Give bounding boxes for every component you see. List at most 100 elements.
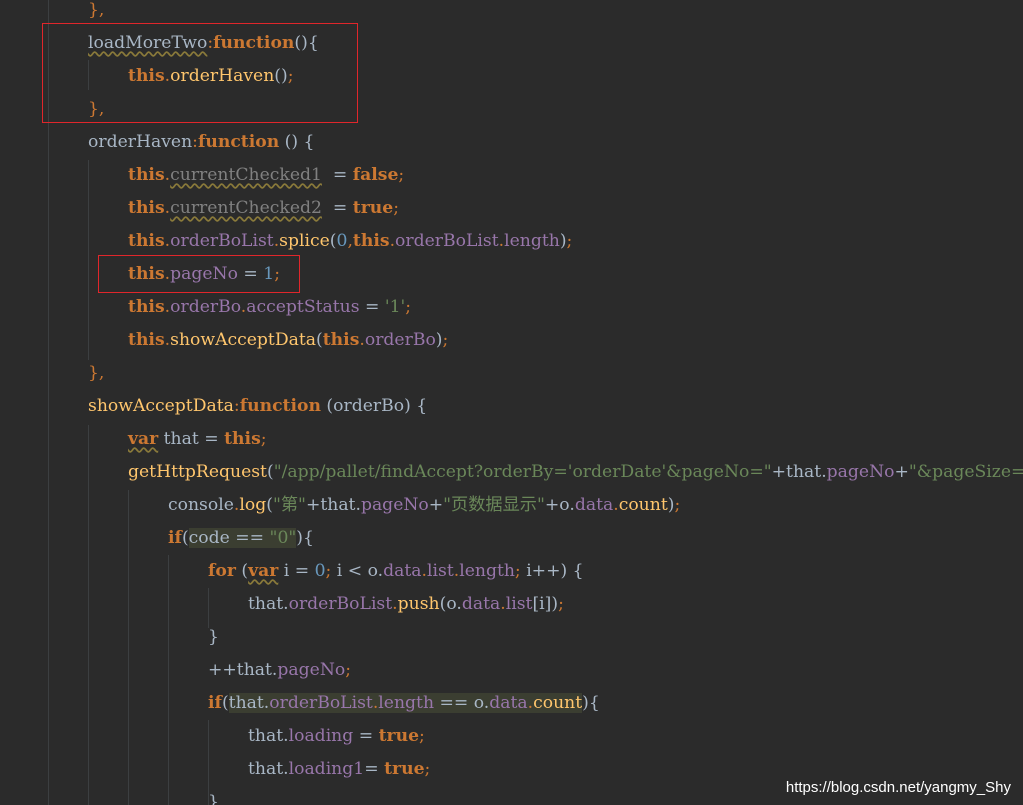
code-token: code == [188, 528, 270, 548]
code-token: 0 [314, 561, 326, 581]
code-token: showAcceptData [88, 396, 234, 416]
code-editor[interactable]: }, loadMoreTwo:function(){this.orderHaven… [0, 0, 1023, 805]
code-line[interactable]: orderHaven:function () { [88, 126, 315, 159]
code-token: log [239, 495, 267, 515]
code-line[interactable]: } [208, 786, 219, 805]
indent-guide-line [88, 425, 89, 805]
code-line[interactable]: ++that.pageNo; [208, 654, 351, 687]
code-token: ; [566, 231, 573, 251]
code-line[interactable]: that.loading1= true; [248, 753, 430, 786]
code-token: orderBoList [288, 594, 393, 614]
code-token: splice [279, 231, 330, 251]
code-token: '1' [384, 297, 406, 317]
code-line[interactable]: console.log("第"+that.pageNo+"页数据显示"+o.da… [168, 489, 680, 522]
code-token: = [364, 759, 385, 779]
code-token: ) [559, 231, 567, 251]
code-line[interactable]: this.orderBoList.splice(0,this.orderBoLi… [128, 225, 572, 258]
code-token: () { [279, 132, 315, 152]
code-line[interactable]: that.orderBoList.push(o.data.list[i]); [248, 588, 564, 621]
code-line[interactable]: that.loading = true; [248, 720, 425, 753]
code-token: var [128, 429, 159, 449]
code-token: i = [278, 561, 315, 581]
code-token: }, [88, 363, 105, 383]
code-token: ; [345, 660, 352, 680]
code-token: ; [424, 759, 431, 779]
indent-guide-line [128, 490, 129, 805]
code-token: pageNo [360, 495, 429, 515]
code-token: == o. [434, 693, 490, 713]
code-token: orderBo [170, 297, 241, 317]
code-token: "/app/pallet/findAccept?orderBy='orderDa… [273, 462, 772, 482]
code-line[interactable]: var that = this; [128, 423, 267, 456]
code-token: function [197, 132, 280, 152]
code-token: for [208, 561, 236, 581]
code-line[interactable]: this.orderBo.acceptStatus = '1'; [128, 291, 411, 324]
code-token: ; [419, 726, 425, 746]
code-token: }, [88, 0, 105, 20]
code-token: ){ [582, 693, 600, 713]
code-token: "页数据显示" [443, 495, 545, 515]
code-line[interactable]: this.currentChecked1 = false; [128, 159, 404, 192]
code-token: true [378, 726, 420, 746]
code-token: orderBoList [170, 231, 274, 251]
code-token: if [168, 528, 182, 548]
code-token: loading1 [288, 759, 365, 779]
code-token: "0" [269, 528, 297, 548]
code-token: orderBoList [395, 231, 499, 251]
code-token: "&pageSize=10" [908, 462, 1023, 482]
code-token: that. [248, 594, 289, 614]
code-token: var [248, 561, 279, 581]
code-token: ( [316, 330, 323, 350]
code-token: that. [248, 726, 289, 746]
code-token: count [533, 693, 583, 713]
code-token: ( [329, 231, 337, 251]
code-token: + [894, 462, 909, 482]
code-line[interactable]: getHttpRequest("/app/pallet/findAccept?o… [128, 456, 1023, 489]
code-token: ; [325, 561, 337, 581]
code-token: this [352, 231, 390, 251]
code-token: ; [260, 429, 267, 449]
code-line[interactable]: if(that.orderBoList.length == o.data.cou… [208, 687, 600, 720]
code-token: acceptStatus [246, 297, 360, 317]
code-token: +that. [771, 462, 827, 482]
code-token: = [359, 297, 385, 317]
code-token: ; [393, 198, 399, 218]
code-token: this [322, 330, 360, 350]
code-token: ; [558, 594, 564, 614]
code-token: this [128, 297, 165, 317]
code-token: +that. [305, 495, 361, 515]
code-token: this [128, 198, 165, 218]
code-line[interactable]: this.currentChecked2 = true; [128, 192, 399, 225]
code-line[interactable]: for (var i = 0; i < o.data.list.length; … [208, 555, 584, 588]
code-token: loading [288, 726, 354, 746]
code-token: console [168, 495, 234, 515]
code-token: if [208, 693, 222, 713]
code-token: + [428, 495, 444, 515]
code-token: i < o. [336, 561, 384, 581]
code-line[interactable]: }, [88, 357, 104, 390]
code-line[interactable]: this.showAcceptData(this.orderBo); [128, 324, 448, 357]
code-token: ( [266, 462, 274, 482]
code-line[interactable]: } [208, 621, 219, 654]
code-line[interactable]: if(code == "0"){ [168, 522, 314, 555]
code-token: this [128, 165, 165, 185]
code-token: data [489, 693, 528, 713]
code-token: [i]) [532, 594, 559, 614]
code-token: function [239, 396, 321, 416]
code-token: this [224, 429, 261, 449]
code-token: "第" [272, 495, 306, 515]
code-token: orderBo [364, 330, 436, 350]
code-token: that. [228, 693, 270, 713]
code-token: = [353, 726, 379, 746]
code-token: length [378, 693, 435, 713]
code-token: ; [405, 297, 412, 317]
code-token: list [505, 594, 533, 614]
code-token: count [618, 495, 668, 515]
code-token: ; [398, 165, 405, 185]
code-token: } [208, 792, 219, 805]
code-token: i++) { [526, 561, 584, 581]
code-token: (orderBo) { [320, 396, 428, 416]
code-line[interactable]: showAcceptData:function (orderBo) { [88, 390, 427, 423]
code-token: data [461, 594, 501, 614]
code-token: true [352, 198, 394, 218]
